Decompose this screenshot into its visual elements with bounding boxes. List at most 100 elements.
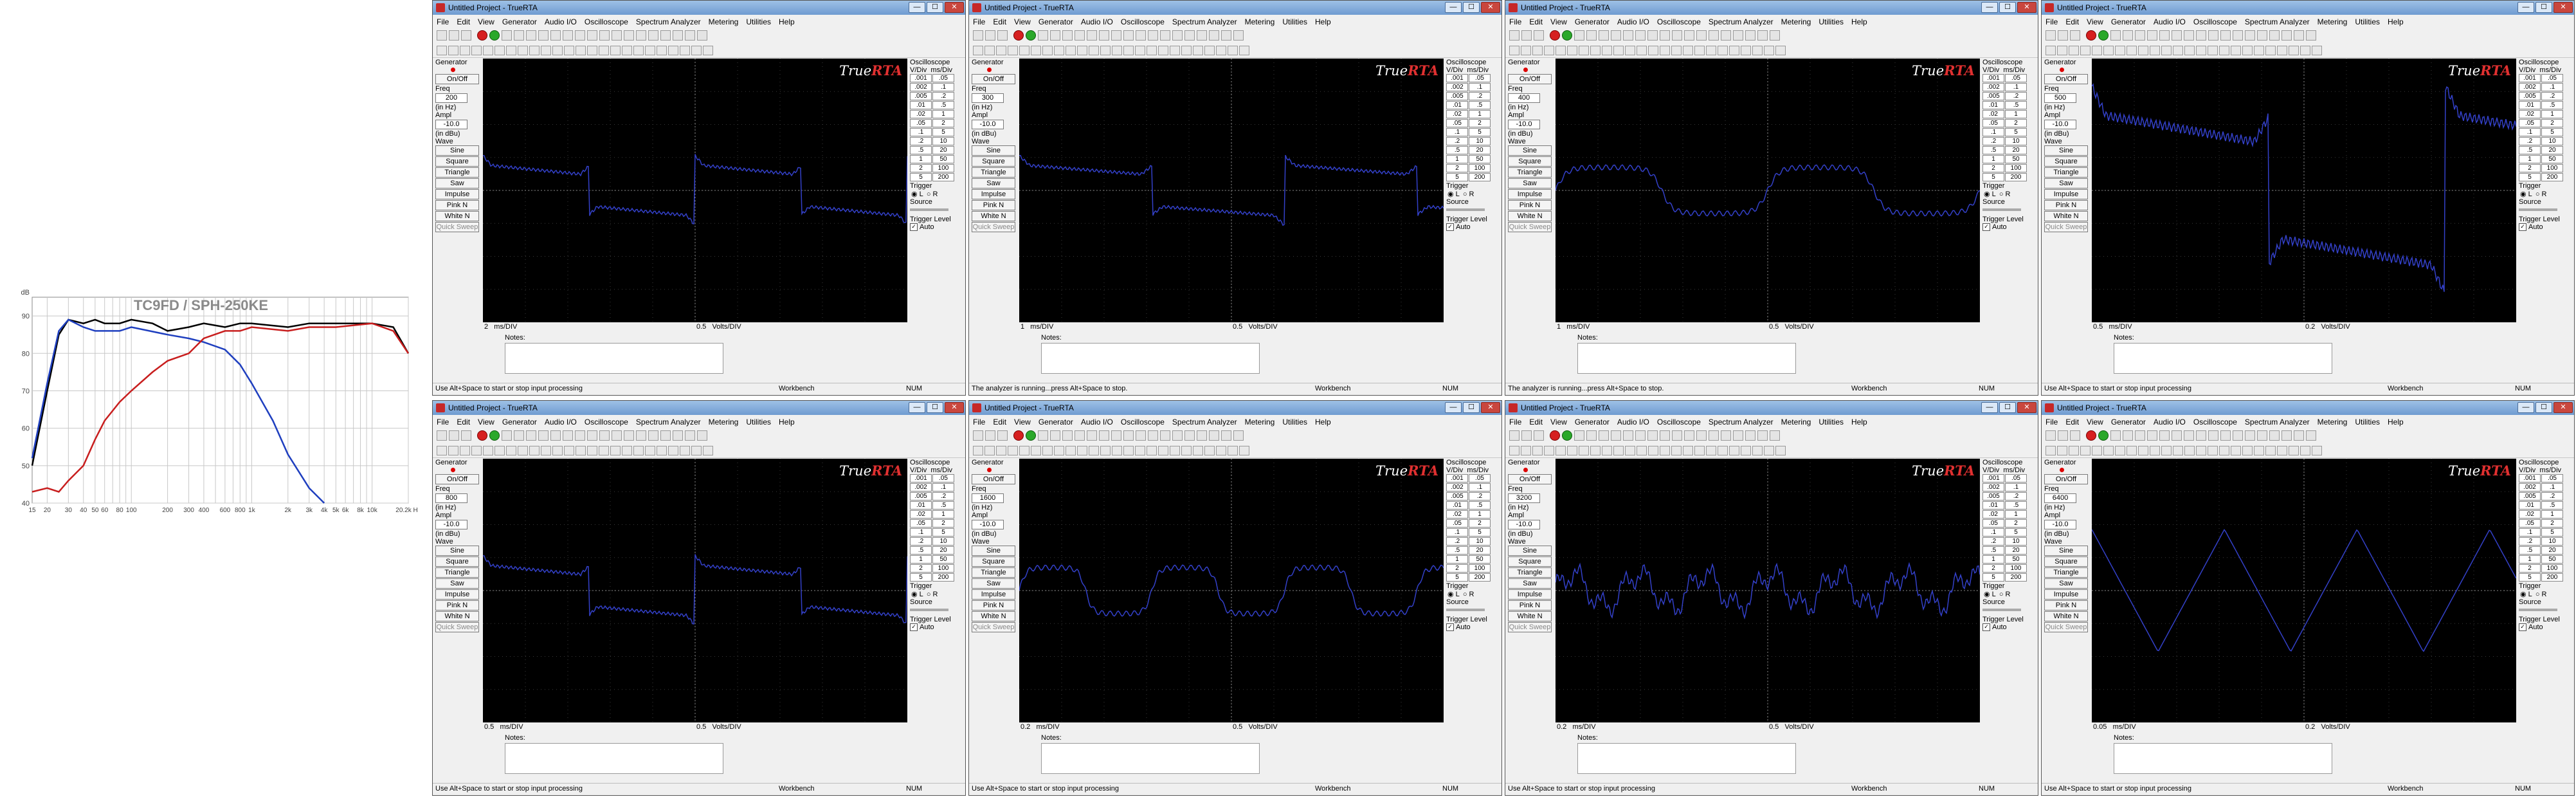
- toolbar-button-icon[interactable]: [2184, 46, 2195, 55]
- menu-item[interactable]: View: [1010, 16, 1035, 26]
- trigger-level-slider[interactable]: [1982, 208, 2021, 211]
- toolbar-button-icon[interactable]: [564, 46, 574, 55]
- amplitude-input[interactable]: -10.0: [1508, 520, 1540, 529]
- vdiv-option[interactable]: .2: [1446, 137, 1468, 145]
- toolbar-button-icon[interactable]: [2289, 446, 2299, 455]
- msdiv-option[interactable]: 50: [932, 555, 954, 564]
- toolbar-button-icon[interactable]: [973, 430, 983, 441]
- toolbar-button-icon[interactable]: [2269, 430, 2280, 441]
- toolbar-button-icon[interactable]: [1172, 30, 1183, 41]
- menu-item[interactable]: View: [474, 416, 498, 427]
- menu-item[interactable]: Metering: [1241, 16, 1279, 26]
- toolbar-button-icon[interactable]: [1694, 46, 1705, 55]
- toolbar-button-icon[interactable]: [624, 430, 634, 441]
- trigger-level-slider[interactable]: [1446, 208, 1485, 211]
- toolbar-button-icon[interactable]: [1647, 430, 1658, 441]
- msdiv-option[interactable]: 100: [1469, 564, 1491, 573]
- maximize-button[interactable]: ☐: [1999, 2, 2016, 13]
- quick-sweep-button[interactable]: Quick Sweep: [972, 622, 1015, 632]
- wave-pink-n-button[interactable]: Pink N: [972, 600, 1015, 611]
- msdiv-option[interactable]: 1: [2005, 510, 2027, 519]
- toolbar-button-icon[interactable]: [2161, 446, 2172, 455]
- menu-item[interactable]: Generator: [2107, 16, 2150, 26]
- vdiv-option[interactable]: .002: [1446, 83, 1468, 91]
- msdiv-option[interactable]: 20: [932, 146, 954, 154]
- generator-on-off-button[interactable]: On/Off: [435, 474, 479, 484]
- vdiv-option[interactable]: .005: [1446, 492, 1468, 501]
- toolbar-button-icon[interactable]: [1579, 446, 1589, 455]
- msdiv-option[interactable]: 5: [2541, 128, 2563, 136]
- vdiv-option[interactable]: 2: [2519, 564, 2541, 573]
- title-bar[interactable]: Untitled Project - TrueRTA — ☐ ✕: [433, 401, 965, 415]
- vdiv-option[interactable]: .05: [1446, 119, 1468, 127]
- toolbar-button-icon[interactable]: [2159, 430, 2170, 441]
- notes-input[interactable]: [1577, 343, 1796, 374]
- toolbar-button-icon[interactable]: [633, 446, 644, 455]
- toolbar-button-icon[interactable]: [1123, 30, 1134, 41]
- vdiv-option[interactable]: .02: [1446, 510, 1468, 519]
- msdiv-option[interactable]: .2: [2541, 492, 2563, 501]
- msdiv-option[interactable]: .2: [2541, 92, 2563, 100]
- toolbar-button-icon[interactable]: [1112, 46, 1122, 55]
- toolbar-button-icon[interactable]: [1683, 446, 1693, 455]
- vdiv-option[interactable]: .2: [1982, 537, 2004, 546]
- toolbar-button-icon[interactable]: [2231, 46, 2241, 55]
- toolbar-button-icon[interactable]: [685, 30, 695, 41]
- msdiv-option[interactable]: 1: [932, 110, 954, 118]
- generator-on-off-button[interactable]: On/Off: [1508, 474, 1552, 484]
- msdiv-option[interactable]: 2: [2541, 519, 2563, 528]
- toolbar-button-icon[interactable]: [697, 30, 707, 41]
- msdiv-option[interactable]: .1: [932, 83, 954, 91]
- frequency-input[interactable]: 1600: [972, 493, 1004, 503]
- msdiv-option[interactable]: 5: [1469, 128, 1491, 136]
- menu-item[interactable]: File: [433, 16, 453, 26]
- frequency-input[interactable]: 500: [2044, 93, 2076, 103]
- toolbar-button-icon[interactable]: [2110, 430, 2121, 441]
- toolbar-button-icon[interactable]: [541, 446, 551, 455]
- quick-sweep-button[interactable]: Quick Sweep: [435, 222, 479, 232]
- wave-square-button[interactable]: Square: [1508, 556, 1552, 567]
- toolbar-button-icon[interactable]: [660, 430, 671, 441]
- msdiv-option[interactable]: 10: [1469, 137, 1491, 145]
- toolbar-button-icon[interactable]: [1239, 446, 1249, 455]
- vdiv-option[interactable]: .2: [1982, 137, 2004, 145]
- toolbar-button-icon[interactable]: [1757, 30, 1768, 41]
- auto-checkbox[interactable]: ✓ Auto: [910, 223, 934, 232]
- wave-impulse-button[interactable]: Impulse: [972, 589, 1015, 600]
- vdiv-option[interactable]: .005: [2519, 492, 2541, 501]
- menu-item[interactable]: Edit: [989, 416, 1010, 427]
- msdiv-option[interactable]: 200: [2005, 573, 2027, 582]
- minimize-button[interactable]: —: [909, 2, 925, 13]
- toolbar-button-icon[interactable]: [610, 446, 621, 455]
- toolbar-button-icon[interactable]: [1038, 430, 1048, 441]
- msdiv-option[interactable]: .2: [2005, 492, 2027, 501]
- toolbar-button-icon[interactable]: [471, 446, 482, 455]
- vdiv-option[interactable]: .1: [910, 128, 932, 136]
- msdiv-option[interactable]: .2: [1469, 92, 1491, 100]
- minimize-button[interactable]: —: [1445, 2, 1462, 13]
- wave-saw-button[interactable]: Saw: [2044, 178, 2088, 188]
- title-bar[interactable]: Untitled Project - TrueRTA — ☐ ✕: [433, 1, 965, 15]
- toolbar-button-icon[interactable]: [1721, 30, 1731, 41]
- toolbar-button-icon[interactable]: [1204, 46, 1215, 55]
- toolbar-button-icon[interactable]: [680, 446, 690, 455]
- trigger-r-option[interactable]: ○ R: [2535, 190, 2547, 198]
- menu-item[interactable]: Edit: [453, 416, 474, 427]
- vdiv-option[interactable]: .2: [910, 137, 932, 145]
- vdiv-option[interactable]: 1: [2519, 555, 2541, 564]
- close-button[interactable]: ✕: [945, 2, 964, 13]
- menu-item[interactable]: Audio I/O: [541, 16, 581, 26]
- msdiv-option[interactable]: 100: [2541, 164, 2563, 172]
- toolbar-button-icon[interactable]: [985, 430, 995, 441]
- toolbar-button-icon[interactable]: [2092, 46, 2102, 55]
- toolbar-button-icon[interactable]: [1745, 30, 1755, 41]
- minimize-button[interactable]: —: [1981, 402, 1998, 413]
- wave-sine-button[interactable]: Sine: [435, 145, 479, 156]
- menu-item[interactable]: View: [2083, 16, 2107, 26]
- vdiv-option[interactable]: 5: [1446, 573, 1468, 582]
- toolbar-button-icon[interactable]: [2138, 446, 2148, 455]
- menu-item[interactable]: Metering: [1777, 16, 1815, 26]
- toolbar-button-icon[interactable]: [1042, 446, 1053, 455]
- msdiv-option[interactable]: 10: [2541, 537, 2563, 546]
- toolbar-button-icon[interactable]: [2138, 46, 2148, 55]
